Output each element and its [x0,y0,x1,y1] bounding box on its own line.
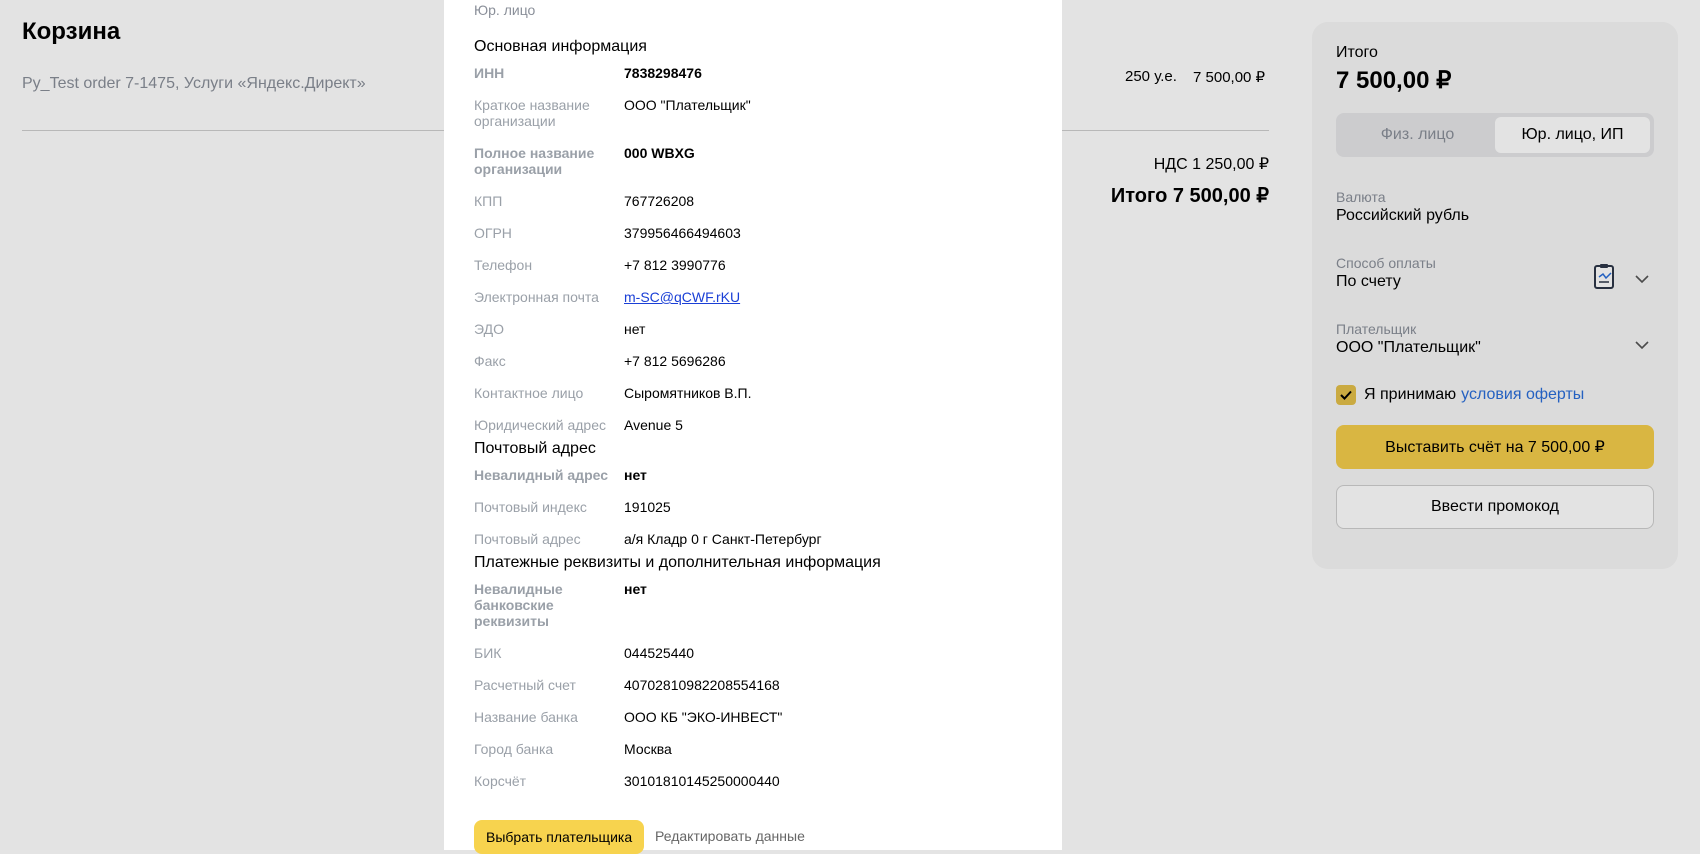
edit-data-link[interactable]: Редактировать данные [655,828,805,844]
row-label: Контактное лицо [474,385,584,401]
row-value: ООО "Плательщик" [624,97,751,113]
section-main-info: Основная информация [474,38,647,55]
row-value: 044525440 [624,645,695,661]
row-postal-address: Почтовый адрес а/я Кладр 0 г Санкт-Петер… [474,531,1034,547]
row-fax: Факс +7 812 5696286 [474,353,1034,369]
select-payer-button[interactable]: Выбрать плательщика [474,820,645,854]
row-label: Почтовый индекс [474,499,587,515]
row-value: а/я Кладр 0 г Санкт-Петербург [624,531,822,547]
row-account: Расчетный счет 40702810982208554168 [474,677,1034,693]
row-contact-person: Контактное лицо Сыромятников В.П. [474,385,1034,401]
row-label: ЭДО [474,321,504,337]
row-label: Почтовый адрес [474,531,581,547]
row-bank-name: Название банка ООО КБ "ЭКО-ИНВЕСТ" [474,709,1034,725]
row-label: КПП [474,193,503,209]
row-phone: Телефон +7 812 3990776 [474,257,1034,273]
row-postal-index: Почтовый индекс 191025 [474,499,1034,515]
row-value: нет [624,581,647,597]
row-value: ООО КБ "ЭКО-ИНВЕСТ" [624,709,783,725]
row-value: +7 812 3990776 [624,257,726,273]
row-correspondent-account: Корсчёт 30101810145250000440 [474,773,1034,789]
row-value: 379956466494603 [624,225,741,241]
payer-type-subtitle: Юр. лицо [474,2,536,18]
row-email: Электронная почта m-SC@qCWF.rKU [474,289,1034,305]
row-value: 000 WBXG [624,145,695,161]
row-invalid-address: Невалидный адрес нет [474,467,1034,483]
row-label: Город банка [474,741,554,757]
row-label: Невалидные банковские реквизиты [474,581,563,629]
row-full-name: Полное название организации 000 WBXG [474,145,1034,177]
row-value: нет [624,467,647,483]
row-value: 7838298476 [624,65,702,81]
row-value: нет [624,321,646,337]
row-value: 767726208 [624,193,695,209]
section-bank-details: Платежные реквизиты и дополнительная инф… [474,554,881,571]
row-label: Телефон [474,257,533,273]
row-value: Сыромятников В.П. [624,385,752,401]
row-value: Avenue 5 [624,417,683,433]
row-legal-address: Юридический адрес Avenue 5 [474,417,1034,433]
row-label: Факс [474,353,506,369]
row-value: Москва [624,741,672,757]
row-label: ИНН [474,65,505,81]
row-label: Корсчёт [474,773,527,789]
row-label: Краткое название организации [474,97,590,129]
row-invalid-bank: Невалидные банковские реквизиты нет [474,581,1034,629]
row-bank-city: Город банка Москва [474,741,1034,757]
row-label: Электронная почта [474,289,599,305]
row-label: БИК [474,645,502,661]
row-label: Название банка [474,709,578,725]
row-short-name: Краткое название организации ООО "Плател… [474,97,1034,129]
row-label: Расчетный счет [474,677,576,693]
row-label: ОГРН [474,225,512,241]
row-inn: ИНН 7838298476 [474,65,1034,81]
section-postal-address: Почтовый адрес [474,440,596,457]
email-link[interactable]: m-SC@qCWF.rKU [624,289,740,305]
row-label: Полное название организации [474,145,595,177]
row-kpp: КПП 767726208 [474,193,1034,209]
row-value: 30101810145250000440 [624,773,780,789]
row-value: +7 812 5696286 [624,353,726,369]
row-label: Юридический адрес [474,417,607,433]
row-value: 191025 [624,499,671,515]
row-ogrn: ОГРН 379956466494603 [474,225,1034,241]
row-edo: ЭДО нет [474,321,1034,337]
row-bik: БИК 044525440 [474,645,1034,661]
row-label: Невалидный адрес [474,467,609,483]
row-value: m-SC@qCWF.rKU [624,289,740,305]
payer-details-modal: Юр. лицо Основная информация ИНН 7838298… [444,0,1062,854]
row-value: 40702810982208554168 [624,677,780,693]
